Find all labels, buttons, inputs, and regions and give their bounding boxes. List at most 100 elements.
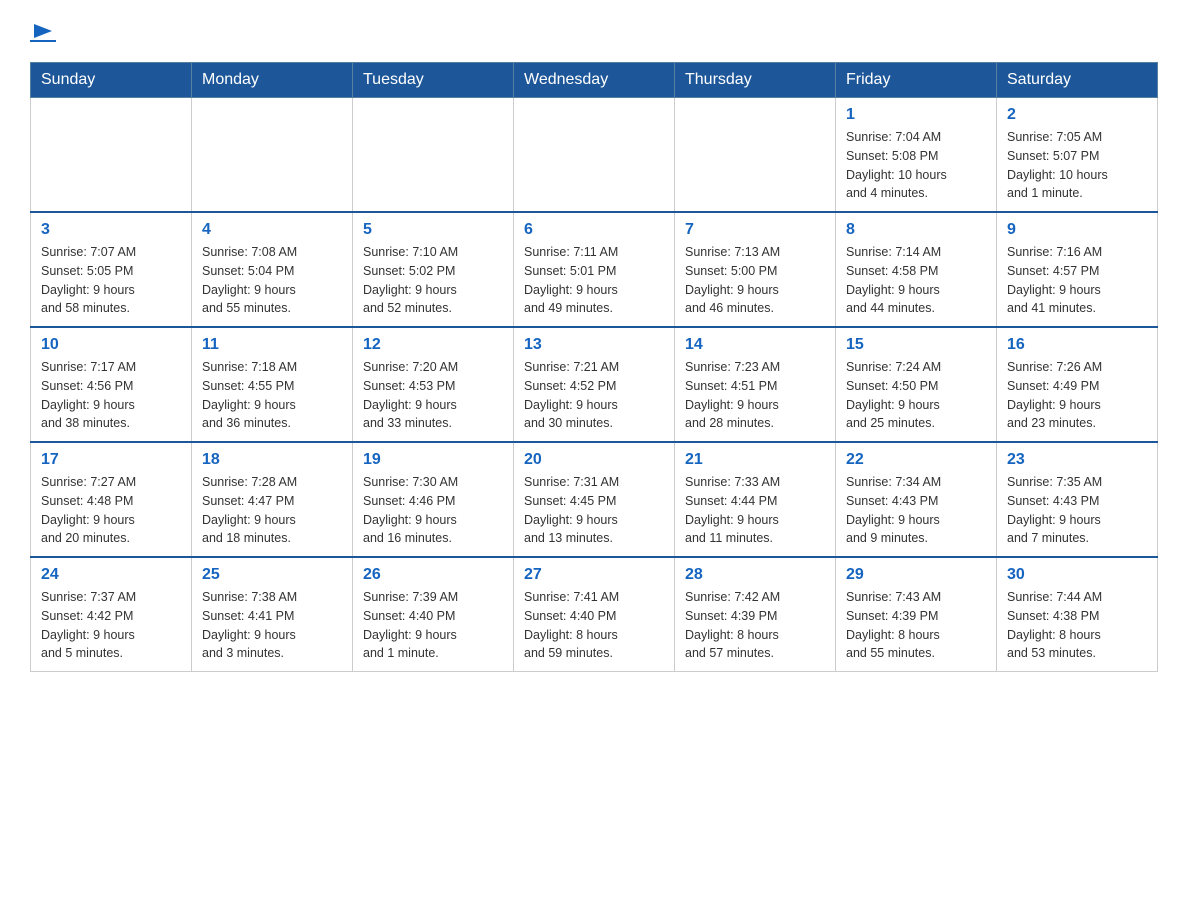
day-info: Sunrise: 7:31 AMSunset: 4:45 PMDaylight:… — [524, 473, 664, 548]
day-number: 26 — [363, 566, 503, 584]
day-info: Sunrise: 7:33 AMSunset: 4:44 PMDaylight:… — [685, 473, 825, 548]
day-number: 17 — [41, 451, 181, 469]
day-info: Sunrise: 7:28 AMSunset: 4:47 PMDaylight:… — [202, 473, 342, 548]
day-info: Sunrise: 7:05 AMSunset: 5:07 PMDaylight:… — [1007, 128, 1147, 203]
calendar-cell: 8 Sunrise: 7:14 AMSunset: 4:58 PMDaylight… — [836, 212, 997, 327]
calendar-table: SundayMondayTuesdayWednesdayThursdayFrid… — [30, 62, 1158, 672]
day-info: Sunrise: 7:23 AMSunset: 4:51 PMDaylight:… — [685, 358, 825, 433]
calendar-cell: 15 Sunrise: 7:24 AMSunset: 4:50 PMDayligh… — [836, 327, 997, 442]
calendar-cell — [675, 98, 836, 213]
day-info: Sunrise: 7:27 AMSunset: 4:48 PMDaylight:… — [41, 473, 181, 548]
weekday-header-wednesday: Wednesday — [514, 63, 675, 98]
day-info: Sunrise: 7:17 AMSunset: 4:56 PMDaylight:… — [41, 358, 181, 433]
calendar-cell — [514, 98, 675, 213]
day-info: Sunrise: 7:20 AMSunset: 4:53 PMDaylight:… — [363, 358, 503, 433]
calendar-cell: 24 Sunrise: 7:37 AMSunset: 4:42 PMDayligh… — [31, 557, 192, 672]
day-number: 25 — [202, 566, 342, 584]
day-number: 14 — [685, 336, 825, 354]
calendar-cell: 14 Sunrise: 7:23 AMSunset: 4:51 PMDayligh… — [675, 327, 836, 442]
day-info: Sunrise: 7:11 AMSunset: 5:01 PMDaylight:… — [524, 243, 664, 318]
logo-triangle-icon — [32, 20, 54, 42]
calendar-cell: 29Sunrise: 7:43 AMSunset: 4:39 PMDayligh… — [836, 557, 997, 672]
day-info: Sunrise: 7:18 AMSunset: 4:55 PMDaylight:… — [202, 358, 342, 433]
day-info: Sunrise: 7:21 AMSunset: 4:52 PMDaylight:… — [524, 358, 664, 433]
calendar-cell: 2 Sunrise: 7:05 AMSunset: 5:07 PMDaylight… — [997, 98, 1158, 213]
day-info: Sunrise: 7:07 AMSunset: 5:05 PMDaylight:… — [41, 243, 181, 318]
calendar-cell: 16 Sunrise: 7:26 AMSunset: 4:49 PMDayligh… — [997, 327, 1158, 442]
calendar-cell: 23 Sunrise: 7:35 AMSunset: 4:43 PMDayligh… — [997, 442, 1158, 557]
day-info: Sunrise: 7:13 AMSunset: 5:00 PMDaylight:… — [685, 243, 825, 318]
calendar-cell — [353, 98, 514, 213]
calendar-cell: 7 Sunrise: 7:13 AMSunset: 5:00 PMDaylight… — [675, 212, 836, 327]
day-info: Sunrise: 7:37 AMSunset: 4:42 PMDaylight:… — [41, 588, 181, 663]
day-number: 21 — [685, 451, 825, 469]
day-info: Sunrise: 7:43 AMSunset: 4:39 PMDaylight:… — [846, 588, 986, 663]
day-info: Sunrise: 7:14 AMSunset: 4:58 PMDaylight:… — [846, 243, 986, 318]
calendar-cell: 20 Sunrise: 7:31 AMSunset: 4:45 PMDayligh… — [514, 442, 675, 557]
day-info: Sunrise: 7:41 AMSunset: 4:40 PMDaylight:… — [524, 588, 664, 663]
calendar-cell: 6 Sunrise: 7:11 AMSunset: 5:01 PMDaylight… — [514, 212, 675, 327]
calendar-cell: 12 Sunrise: 7:20 AMSunset: 4:53 PMDayligh… — [353, 327, 514, 442]
calendar-week-row-3: 10 Sunrise: 7:17 AMSunset: 4:56 PMDayligh… — [31, 327, 1158, 442]
day-info: Sunrise: 7:38 AMSunset: 4:41 PMDaylight:… — [202, 588, 342, 663]
day-number: 1 — [846, 106, 986, 124]
day-number: 11 — [202, 336, 342, 354]
page-header — [30, 20, 1158, 42]
day-info: Sunrise: 7:30 AMSunset: 4:46 PMDaylight:… — [363, 473, 503, 548]
calendar-week-row-1: 1Sunrise: 7:04 AMSunset: 5:08 PMDaylight… — [31, 98, 1158, 213]
weekday-header-monday: Monday — [192, 63, 353, 98]
calendar-week-row-4: 17 Sunrise: 7:27 AMSunset: 4:48 PMDayligh… — [31, 442, 1158, 557]
weekday-header-friday: Friday — [836, 63, 997, 98]
day-number: 28 — [685, 566, 825, 584]
day-info: Sunrise: 7:35 AMSunset: 4:43 PMDaylight:… — [1007, 473, 1147, 548]
calendar-cell: 5 Sunrise: 7:10 AMSunset: 5:02 PMDaylight… — [353, 212, 514, 327]
calendar-cell — [31, 98, 192, 213]
day-info: Sunrise: 7:39 AMSunset: 4:40 PMDaylight:… — [363, 588, 503, 663]
calendar-cell: 1Sunrise: 7:04 AMSunset: 5:08 PMDaylight… — [836, 98, 997, 213]
day-info: Sunrise: 7:34 AMSunset: 4:43 PMDaylight:… — [846, 473, 986, 548]
calendar-cell: 25 Sunrise: 7:38 AMSunset: 4:41 PMDayligh… — [192, 557, 353, 672]
calendar-cell: 27Sunrise: 7:41 AMSunset: 4:40 PMDayligh… — [514, 557, 675, 672]
day-info: Sunrise: 7:44 AMSunset: 4:38 PMDaylight:… — [1007, 588, 1147, 663]
calendar-cell: 18 Sunrise: 7:28 AMSunset: 4:47 PMDayligh… — [192, 442, 353, 557]
day-info: Sunrise: 7:10 AMSunset: 5:02 PMDaylight:… — [363, 243, 503, 318]
day-number: 23 — [1007, 451, 1147, 469]
day-number: 12 — [363, 336, 503, 354]
day-info: Sunrise: 7:24 AMSunset: 4:50 PMDaylight:… — [846, 358, 986, 433]
day-number: 24 — [41, 566, 181, 584]
calendar-cell: 10 Sunrise: 7:17 AMSunset: 4:56 PMDayligh… — [31, 327, 192, 442]
day-number: 2 — [1007, 106, 1147, 124]
calendar-cell: 22 Sunrise: 7:34 AMSunset: 4:43 PMDayligh… — [836, 442, 997, 557]
day-number: 3 — [41, 221, 181, 239]
day-number: 18 — [202, 451, 342, 469]
calendar-cell: 3 Sunrise: 7:07 AMSunset: 5:05 PMDaylight… — [31, 212, 192, 327]
weekday-header-saturday: Saturday — [997, 63, 1158, 98]
day-number: 7 — [685, 221, 825, 239]
calendar-cell: 9Sunrise: 7:16 AMSunset: 4:57 PMDaylight… — [997, 212, 1158, 327]
day-info: Sunrise: 7:26 AMSunset: 4:49 PMDaylight:… — [1007, 358, 1147, 433]
logo — [30, 20, 56, 42]
calendar-cell: 17 Sunrise: 7:27 AMSunset: 4:48 PMDayligh… — [31, 442, 192, 557]
day-number: 30 — [1007, 566, 1147, 584]
calendar-cell: 30 Sunrise: 7:44 AMSunset: 4:38 PMDayligh… — [997, 557, 1158, 672]
weekday-header-thursday: Thursday — [675, 63, 836, 98]
day-number: 19 — [363, 451, 503, 469]
day-number: 22 — [846, 451, 986, 469]
day-number: 6 — [524, 221, 664, 239]
logo-shape-icon — [32, 20, 54, 42]
day-number: 15 — [846, 336, 986, 354]
calendar-cell: 13 Sunrise: 7:21 AMSunset: 4:52 PMDayligh… — [514, 327, 675, 442]
day-number: 13 — [524, 336, 664, 354]
day-number: 9 — [1007, 221, 1147, 239]
day-number: 16 — [1007, 336, 1147, 354]
calendar-cell: 11 Sunrise: 7:18 AMSunset: 4:55 PMDayligh… — [192, 327, 353, 442]
day-number: 10 — [41, 336, 181, 354]
day-number: 5 — [363, 221, 503, 239]
calendar-cell: 19 Sunrise: 7:30 AMSunset: 4:46 PMDayligh… — [353, 442, 514, 557]
calendar-cell: 4Sunrise: 7:08 AMSunset: 5:04 PMDaylight… — [192, 212, 353, 327]
day-number: 20 — [524, 451, 664, 469]
calendar-cell: 28Sunrise: 7:42 AMSunset: 4:39 PMDayligh… — [675, 557, 836, 672]
weekday-header-row: SundayMondayTuesdayWednesdayThursdayFrid… — [31, 63, 1158, 98]
day-number: 8 — [846, 221, 986, 239]
calendar-week-row-2: 3 Sunrise: 7:07 AMSunset: 5:05 PMDaylight… — [31, 212, 1158, 327]
